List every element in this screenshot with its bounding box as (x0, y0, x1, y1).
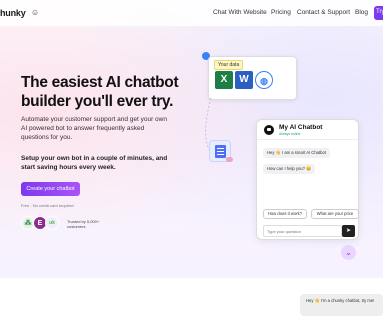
chat-message: How can I help you? 😊 (263, 164, 316, 174)
logo-smile-icon: ☺ (31, 8, 40, 17)
nav-link-chat-with-website[interactable]: Chat With Website (213, 9, 267, 16)
your-data-card: Your data X W ◍ (208, 56, 297, 100)
chat-input[interactable] (263, 225, 342, 237)
your-data-tag: Your data (214, 60, 244, 70)
chatbot-title: My AI Chatbot (279, 124, 323, 131)
create-chatbot-button[interactable]: Create your chatbot (21, 182, 80, 196)
nav-link-blog[interactable]: Blog (355, 9, 368, 16)
excel-icon: X (215, 71, 233, 89)
logo[interactable]: hunky (0, 8, 26, 18)
quick-reply-how-it-works[interactable]: How does it work? (263, 209, 307, 219)
floating-chat-bubble[interactable]: Hey 👋 I'm a chunky chatbot, try me! (300, 294, 383, 316)
nav-cta-button[interactable]: Try (374, 6, 383, 20)
chatbot-header: My AI Chatbot Always online (257, 120, 358, 140)
quick-reply-price[interactable]: What are your price (311, 209, 359, 219)
chatbot-widget: My AI Chatbot Always online Hey 👋 I am a… (256, 119, 359, 240)
hero-subtitle-bold: Setup your own bot in a couple of minute… (21, 155, 168, 171)
send-icon[interactable]: ➤ (342, 225, 355, 237)
top-nav: hunky ☺ Chat With Website Pricing Contac… (0, 0, 383, 26)
chat-message: Hey 👋 I am a smart AI Chatbot (263, 148, 330, 158)
bot-avatar-icon (264, 125, 274, 135)
trusted-by-text: Trusted by 5,000+ customers (67, 219, 100, 229)
free-note: Free - No credit card required (21, 203, 74, 208)
chevron-down-icon[interactable]: ⌄ (341, 245, 356, 260)
globe-icon: ◍ (255, 71, 273, 89)
customer-avatars: ⁂ E uk (21, 216, 63, 232)
pink-dot-icon (226, 157, 233, 162)
customer-logo-icon: uk (45, 216, 59, 230)
word-icon: W (235, 71, 253, 89)
chatbot-status: Always online (279, 132, 301, 136)
hero-headline: The easiest AI chatbot builder you'll ev… (21, 74, 179, 110)
nav-link-pricing[interactable]: Pricing (271, 9, 291, 16)
hero-subtitle: Automate your customer support and get y… (21, 116, 167, 141)
nav-link-contact-support[interactable]: Contact & Support (297, 9, 350, 16)
